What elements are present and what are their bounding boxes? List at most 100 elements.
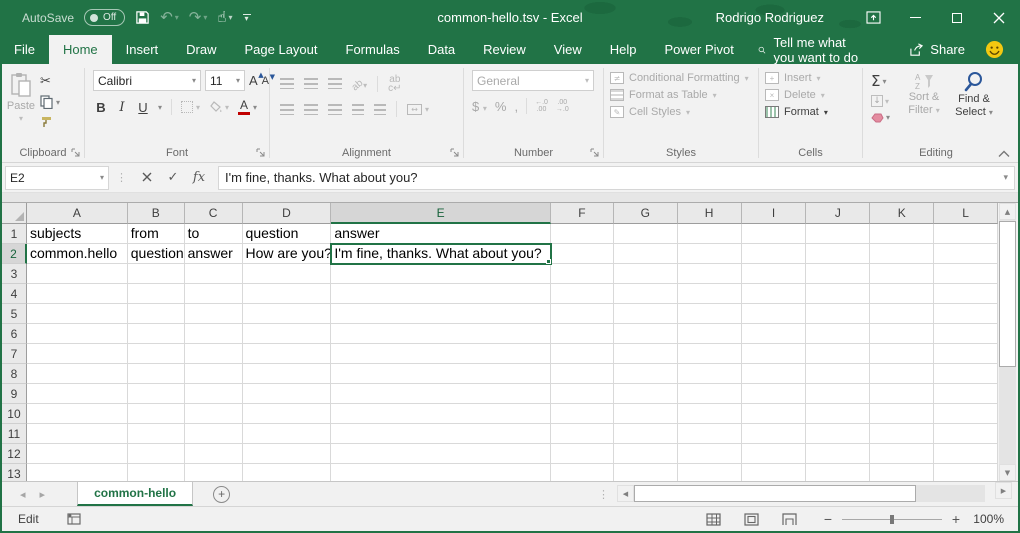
- cell-G5[interactable]: [614, 304, 678, 324]
- cell-E7[interactable]: [331, 344, 551, 364]
- cell-L3[interactable]: [934, 264, 998, 284]
- cell-J11[interactable]: [806, 424, 870, 444]
- cell-B5[interactable]: [128, 304, 185, 324]
- cell-C12[interactable]: [185, 444, 243, 464]
- cell-H1[interactable]: [678, 224, 742, 244]
- tab-review[interactable]: Review: [469, 35, 540, 64]
- cell-E5[interactable]: [331, 304, 551, 324]
- column-header-G[interactable]: G: [614, 203, 678, 224]
- vertical-scroll-thumb[interactable]: [999, 221, 1016, 367]
- column-header-C[interactable]: C: [185, 203, 243, 224]
- row-header-8[interactable]: 8: [2, 364, 27, 384]
- align-left-icon[interactable]: [280, 104, 294, 115]
- fill-button[interactable]: ↓▾: [871, 95, 899, 107]
- row-header-4[interactable]: 4: [2, 284, 27, 304]
- delete-cells-button[interactable]: × Delete▾: [765, 89, 862, 101]
- cell-L10[interactable]: [934, 404, 998, 424]
- cell-L12[interactable]: [934, 444, 998, 464]
- tab-insert[interactable]: Insert: [112, 35, 173, 64]
- cell-I8[interactable]: [742, 364, 807, 384]
- percent-button[interactable]: %: [495, 99, 507, 114]
- autosave-toggle[interactable]: Off: [84, 9, 125, 26]
- tab-help[interactable]: Help: [596, 35, 651, 64]
- cell-C10[interactable]: [185, 404, 243, 424]
- cell-A9[interactable]: [27, 384, 128, 404]
- cell-D10[interactable]: [243, 404, 332, 424]
- cell-C2[interactable]: answer: [185, 244, 243, 264]
- cell-B10[interactable]: [128, 404, 185, 424]
- cell-G1[interactable]: [614, 224, 678, 244]
- cell-D13[interactable]: [243, 464, 332, 481]
- cell-J6[interactable]: [806, 324, 870, 344]
- customize-quick-access-button[interactable]: ▾: [243, 14, 251, 21]
- increase-decimal-button[interactable]: ←.0.00: [535, 99, 548, 113]
- cell-K10[interactable]: [870, 404, 934, 424]
- share-button[interactable]: Share: [897, 35, 977, 64]
- cell-H11[interactable]: [678, 424, 742, 444]
- cell-F2[interactable]: [551, 244, 614, 264]
- cell-J3[interactable]: [806, 264, 870, 284]
- decrease-indent-icon[interactable]: [352, 104, 364, 115]
- horizontal-scroll-thumb[interactable]: [634, 485, 916, 502]
- cell-K5[interactable]: [870, 304, 934, 324]
- cell-F5[interactable]: [551, 304, 614, 324]
- cell-G6[interactable]: [614, 324, 678, 344]
- cell-K6[interactable]: [870, 324, 934, 344]
- tab-power-pivot[interactable]: Power Pivot: [651, 35, 748, 64]
- cell-I4[interactable]: [742, 284, 807, 304]
- row-header-1[interactable]: 1: [2, 224, 27, 244]
- maximize-button[interactable]: [936, 0, 978, 35]
- fill-handle[interactable]: [546, 259, 551, 264]
- font-name-dropdown[interactable]: Calibri ▾: [93, 70, 201, 91]
- conditional-formatting-button[interactable]: ≠ Conditional Formatting▾: [610, 72, 758, 84]
- format-as-table-button[interactable]: Format as Table▾: [610, 89, 758, 101]
- zoom-slider-thumb[interactable]: [890, 515, 894, 524]
- cancel-button[interactable]: [134, 170, 160, 185]
- cell-H13[interactable]: [678, 464, 742, 481]
- cut-button[interactable]: ✂: [40, 74, 60, 89]
- format-painter-button[interactable]: [40, 115, 60, 128]
- cell-styles-button[interactable]: ✎ Cell Styles▾: [610, 106, 758, 118]
- dialog-launcher-icon[interactable]: [590, 148, 600, 158]
- cell-D11[interactable]: [243, 424, 332, 444]
- cell-H4[interactable]: [678, 284, 742, 304]
- column-header-L[interactable]: L: [934, 203, 998, 224]
- column-header-I[interactable]: I: [742, 203, 807, 224]
- fill-color-button[interactable]: ▾: [209, 101, 229, 113]
- minimize-button[interactable]: [894, 0, 936, 35]
- cell-B7[interactable]: [128, 344, 185, 364]
- cell-F6[interactable]: [551, 324, 614, 344]
- name-box[interactable]: E2 ▾: [5, 166, 109, 190]
- cell-J7[interactable]: [806, 344, 870, 364]
- cell-C5[interactable]: [185, 304, 243, 324]
- cell-G10[interactable]: [614, 404, 678, 424]
- orientation-button[interactable]: ab▾: [352, 75, 367, 93]
- underline-button[interactable]: U: [137, 100, 149, 115]
- cell-E6[interactable]: [331, 324, 551, 344]
- cell-C11[interactable]: [185, 424, 243, 444]
- cell-D1[interactable]: question: [243, 224, 332, 244]
- cell-L5[interactable]: [934, 304, 998, 324]
- cell-F13[interactable]: [551, 464, 614, 481]
- cell-A3[interactable]: [27, 264, 128, 284]
- cell-J5[interactable]: [806, 304, 870, 324]
- column-header-J[interactable]: J: [806, 203, 870, 224]
- cell-L2[interactable]: [934, 244, 998, 264]
- cell-K12[interactable]: [870, 444, 934, 464]
- feedback-button[interactable]: [977, 35, 1020, 64]
- font-size-dropdown[interactable]: 11 ▾: [205, 70, 245, 91]
- cell-I3[interactable]: [742, 264, 807, 284]
- view-page-break-button[interactable]: [770, 507, 808, 532]
- cell-E13[interactable]: [331, 464, 551, 481]
- cell-I12[interactable]: [742, 444, 807, 464]
- scroll-left-icon[interactable]: ◀: [617, 485, 634, 502]
- autosum-button[interactable]: Σ▾: [871, 72, 899, 90]
- cell-F3[interactable]: [551, 264, 614, 284]
- cell-E2[interactable]: I'm fine, thanks. What about you?: [331, 244, 551, 264]
- cell-K3[interactable]: [870, 264, 934, 284]
- copy-button[interactable]: ▾: [40, 95, 60, 109]
- wrap-text-button[interactable]: abc↵: [388, 75, 401, 93]
- cell-I11[interactable]: [742, 424, 807, 444]
- bold-button[interactable]: B: [95, 100, 107, 115]
- cell-B13[interactable]: [128, 464, 185, 481]
